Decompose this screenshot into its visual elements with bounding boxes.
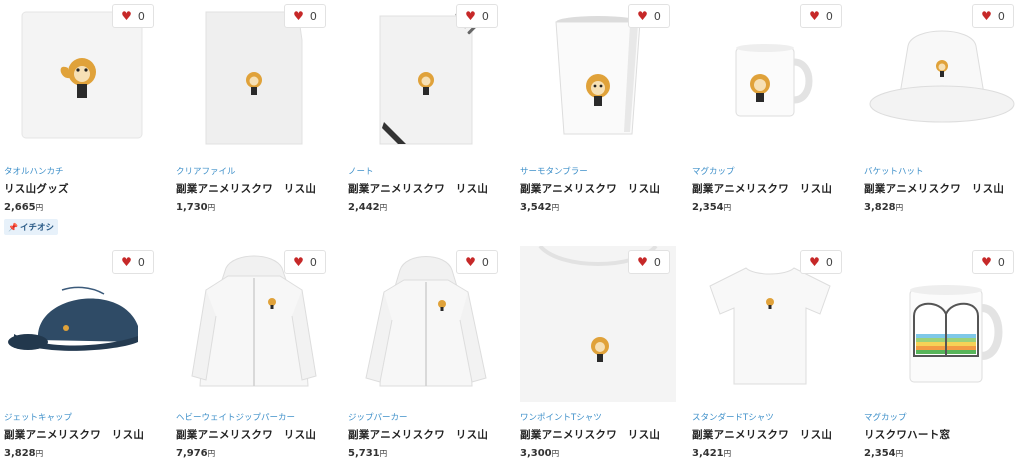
heart-icon: ♥	[637, 9, 648, 23]
product-category[interactable]: ワンポイントTシャツ	[520, 411, 676, 423]
product-category[interactable]: マグカップ	[864, 411, 1020, 423]
product-price: 3,300円	[520, 448, 560, 459]
product-title[interactable]: 副業アニメリスクワ リス山	[176, 427, 332, 442]
product-price: 7,976円	[176, 448, 216, 459]
heart-icon: ♥	[121, 9, 132, 23]
product-price: 2,665円	[4, 202, 44, 213]
product-image-standardtee[interactable]: ♥ 0	[692, 246, 848, 402]
product-title[interactable]: 副業アニメリスクワ リス山	[348, 181, 504, 196]
product-price: 2,354円	[864, 448, 904, 459]
product-image-towel[interactable]: ♥ 0	[4, 0, 160, 156]
product-title[interactable]: リス山グッズ	[4, 181, 160, 196]
product-title[interactable]: 副業アニメリスクワ リス山	[864, 181, 1020, 196]
product-card[interactable]: ♥ 0 サーモタンブラー 副業アニメリスクワ リス山 3,542円	[520, 0, 676, 213]
favorite-button[interactable]: ♥ 0	[112, 4, 154, 28]
product-title[interactable]: 副業アニメリスクワ リス山	[692, 427, 848, 442]
product-price: 2,354円	[692, 202, 732, 213]
product-card[interactable]: ♥ 0 バケットハット 副業アニメリスクワ リス山 3,828円	[864, 0, 1020, 213]
product-card[interactable]: ♥ 0 ノート 副業アニメリスクワ リス山 2,442円	[348, 0, 504, 213]
product-title[interactable]: 副業アニメリスクワ リス山	[520, 181, 676, 196]
product-image-notebook[interactable]: ♥ 0	[348, 0, 504, 156]
product-image-clearfile[interactable]: ♥ 0	[176, 0, 332, 156]
favorite-button[interactable]: ♥ 0	[800, 250, 842, 274]
heart-icon: ♥	[465, 255, 476, 269]
favorite-button[interactable]: ♥ 0	[972, 4, 1014, 28]
product-category[interactable]: マグカップ	[692, 165, 848, 177]
product-price: 2,442円	[348, 202, 388, 213]
product-title[interactable]: 副業アニメリスクワ リス山	[520, 427, 676, 442]
product-price: 3,828円	[864, 202, 904, 213]
product-card[interactable]: ♥ 0 タオルハンカチ リス山グッズ 2,665円 📌 イチオシ	[4, 0, 160, 235]
pin-icon: 📌	[8, 223, 18, 232]
product-image-jetcap[interactable]: ♥ 0	[4, 246, 160, 402]
heart-icon: ♥	[637, 255, 648, 269]
product-title[interactable]: 副業アニメリスクワ リス山	[4, 427, 160, 442]
product-title[interactable]: 副業アニメリスクワ リス山	[176, 181, 332, 196]
product-grid: ♥ 0 タオルハンカチ リス山グッズ 2,665円 📌 イチオシ ♥ 0 クリアファイ…	[0, 0, 1024, 459]
product-image-ziphoodie[interactable]: ♥ 0	[348, 246, 504, 402]
product-price: 3,542円	[520, 202, 560, 213]
product-card[interactable]: ♥ 0 ワンポイントTシャツ 副業アニメリスクワ リス山 3,300円	[520, 246, 676, 459]
recommend-badge: 📌 イチオシ	[4, 219, 58, 235]
product-price: 1,730円	[176, 202, 216, 213]
heart-icon: ♥	[981, 255, 992, 269]
product-card[interactable]: ♥ 0 マグカップ リスクワハート窓 2,354円	[864, 246, 1020, 459]
product-title[interactable]: 副業アニメリスクワ リス山	[348, 427, 504, 442]
heart-icon: ♥	[121, 255, 132, 269]
product-category[interactable]: ヘビーウェイトジップパーカー	[176, 411, 332, 423]
product-price: 3,828円	[4, 448, 44, 459]
heart-icon: ♥	[293, 9, 304, 23]
product-price: 3,421円	[692, 448, 732, 459]
heart-icon: ♥	[809, 255, 820, 269]
product-card[interactable]: ♥ 0 ヘビーウェイトジップパーカー 副業アニメリスクワ リス山 7,976円	[176, 246, 332, 459]
product-card[interactable]: ♥ 0 ジェットキャップ 副業アニメリスクワ リス山 3,828円	[4, 246, 160, 459]
favorite-button[interactable]: ♥ 0	[628, 250, 670, 274]
favorite-button[interactable]: ♥ 0	[456, 250, 498, 274]
heart-icon: ♥	[465, 9, 476, 23]
product-category[interactable]: ジェットキャップ	[4, 411, 160, 423]
product-price: 5,731円	[348, 448, 388, 459]
favorite-button[interactable]: ♥ 0	[284, 4, 326, 28]
product-card[interactable]: ♥ 0 クリアファイル 副業アニメリスクワ リス山 1,730円	[176, 0, 332, 213]
product-card[interactable]: ♥ 0 ジップパーカー 副業アニメリスクワ リス山 5,731円	[348, 246, 504, 459]
product-category[interactable]: タオルハンカチ	[4, 165, 160, 177]
product-title[interactable]: リスクワハート窓	[864, 427, 1020, 442]
product-image-heavyzip[interactable]: ♥ 0	[176, 246, 332, 402]
product-image-onepointtee[interactable]: ♥ 0	[520, 246, 676, 402]
product-image-heartmug[interactable]: ♥ 0	[864, 246, 1020, 402]
product-image-tumbler[interactable]: ♥ 0	[520, 0, 676, 156]
product-category[interactable]: クリアファイル	[176, 165, 332, 177]
favorite-button[interactable]: ♥ 0	[628, 4, 670, 28]
product-category[interactable]: ジップパーカー	[348, 411, 504, 423]
favorite-button[interactable]: ♥ 0	[972, 250, 1014, 274]
favorite-button[interactable]: ♥ 0	[456, 4, 498, 28]
product-category[interactable]: スタンダードTシャツ	[692, 411, 848, 423]
favorite-button[interactable]: ♥ 0	[800, 4, 842, 28]
favorite-button[interactable]: ♥ 0	[112, 250, 154, 274]
heart-icon: ♥	[981, 9, 992, 23]
product-image-mug[interactable]: ♥ 0	[692, 0, 848, 156]
heart-icon: ♥	[809, 9, 820, 23]
product-title[interactable]: 副業アニメリスクワ リス山	[692, 181, 848, 196]
product-card[interactable]: ♥ 0 スタンダードTシャツ 副業アニメリスクワ リス山 3,421円	[692, 246, 848, 459]
heart-icon: ♥	[293, 255, 304, 269]
product-card[interactable]: ♥ 0 マグカップ 副業アニメリスクワ リス山 2,354円	[692, 0, 848, 213]
favorite-button[interactable]: ♥ 0	[284, 250, 326, 274]
product-category[interactable]: バケットハット	[864, 165, 1020, 177]
product-category[interactable]: ノート	[348, 165, 504, 177]
product-category[interactable]: サーモタンブラー	[520, 165, 676, 177]
product-image-buckethat[interactable]: ♥ 0	[864, 0, 1020, 156]
